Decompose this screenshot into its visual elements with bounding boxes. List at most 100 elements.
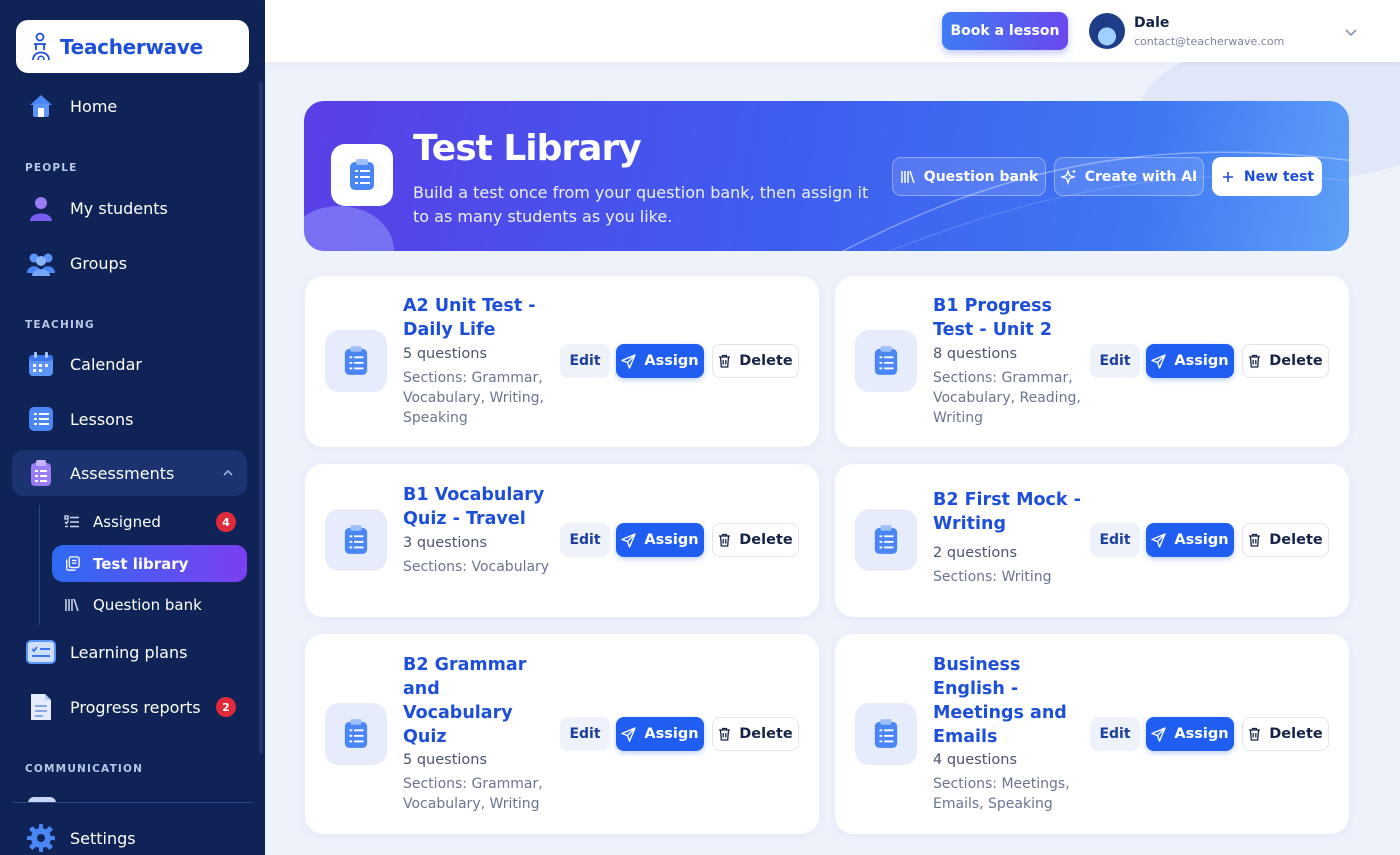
edit-button[interactable]: Edit bbox=[1090, 717, 1140, 751]
avatar[interactable] bbox=[1089, 13, 1125, 49]
test-title[interactable]: B1 Vocabulary Quiz - Travel bbox=[403, 483, 553, 531]
test-question-count: 4 questions bbox=[933, 752, 1018, 768]
assign-label: Assign bbox=[1174, 532, 1229, 548]
brand-mark-icon bbox=[32, 32, 50, 60]
user-name: Dale bbox=[1134, 15, 1170, 31]
edit-button[interactable]: Edit bbox=[1090, 344, 1140, 378]
send-icon bbox=[621, 532, 637, 548]
create-with-ai-button[interactable]: Create with AI bbox=[1054, 157, 1204, 196]
trash-icon bbox=[1248, 354, 1262, 368]
home-icon bbox=[26, 91, 56, 121]
delete-button[interactable]: Delete bbox=[1242, 344, 1329, 378]
sidebar-item-learning-plans[interactable]: Learning plans bbox=[12, 629, 247, 675]
test-sections: Sections: Grammar, Vocabulary, Writing bbox=[403, 776, 543, 812]
delete-label: Delete bbox=[1269, 532, 1323, 548]
assign-button[interactable]: Assign bbox=[616, 344, 704, 378]
delete-button[interactable]: Delete bbox=[1242, 717, 1329, 751]
assign-button[interactable]: Assign bbox=[616, 523, 704, 557]
sidebar-item-label: Progress reports bbox=[70, 697, 201, 717]
sidebar-item-my-students[interactable]: My students bbox=[12, 185, 247, 231]
clipboard-icon bbox=[26, 458, 56, 488]
assign-button[interactable]: Assign bbox=[1146, 717, 1234, 751]
delete-button[interactable]: Delete bbox=[712, 344, 799, 378]
sidebar-item-groups[interactable]: Groups bbox=[12, 240, 247, 286]
test-card[interactable]: B2 First Mock - Writing 2 questions Sect… bbox=[835, 464, 1349, 617]
clipboard-icon bbox=[855, 703, 917, 765]
sidebar-item-calendar[interactable]: Calendar bbox=[12, 341, 247, 387]
calendar-icon bbox=[26, 349, 56, 379]
report-icon bbox=[26, 692, 56, 722]
test-title[interactable]: B2 First Mock - Writing bbox=[933, 488, 1083, 536]
test-card[interactable]: Business English - Meetings and Emails 4… bbox=[835, 634, 1349, 834]
plan-icon bbox=[26, 637, 56, 667]
submenu-guide bbox=[39, 505, 40, 625]
sidebar-item-label: My students bbox=[70, 198, 168, 218]
sparkle-icon bbox=[1060, 168, 1077, 185]
question-bank-button[interactable]: Question bank bbox=[892, 157, 1046, 196]
delete-label: Delete bbox=[739, 353, 793, 369]
brand-logo[interactable]: Teacherwave bbox=[16, 20, 249, 73]
test-card[interactable]: B2 Grammar and Vocabulary Quiz 5 questio… bbox=[305, 634, 819, 834]
section-label-people: PEOPLE bbox=[25, 162, 78, 174]
assign-button[interactable]: Assign bbox=[1146, 523, 1234, 557]
clipboard-icon bbox=[325, 509, 387, 571]
sidebar-item-question-bank[interactable]: Question bank bbox=[52, 586, 247, 623]
new-test-label: New test bbox=[1243, 168, 1315, 185]
library-icon bbox=[900, 169, 916, 185]
test-sections: Sections: Meetings, Emails, Speaking bbox=[933, 776, 1070, 812]
test-question-count: 5 questions bbox=[403, 752, 488, 768]
sidebar-scrollbar[interactable] bbox=[259, 82, 263, 754]
assign-button[interactable]: Assign bbox=[616, 717, 704, 751]
test-title[interactable]: B2 Grammar and Vocabulary Quiz bbox=[403, 653, 553, 749]
delete-button[interactable]: Delete bbox=[712, 523, 799, 557]
trash-icon bbox=[1248, 533, 1262, 547]
edit-button[interactable]: Edit bbox=[560, 523, 610, 557]
new-test-button[interactable]: New test bbox=[1212, 157, 1322, 196]
test-card[interactable]: B1 Vocabulary Quiz - Travel 3 questions … bbox=[305, 464, 819, 617]
test-title[interactable]: B1 Progress Test - Unit 2 bbox=[933, 294, 1083, 342]
section-label-teaching: TEACHING bbox=[25, 319, 95, 331]
page-subtitle: Build a test once from your question ban… bbox=[413, 183, 869, 226]
delete-button[interactable]: Delete bbox=[1242, 523, 1329, 557]
sidebar-item-progress-reports[interactable]: Progress reports bbox=[12, 684, 247, 730]
plus-icon bbox=[1220, 169, 1236, 185]
send-icon bbox=[1151, 353, 1167, 369]
sidebar-item-test-library[interactable]: Test library bbox=[52, 545, 247, 582]
test-library-icon bbox=[331, 144, 393, 206]
test-question-count: 2 questions bbox=[933, 545, 1018, 561]
lessons-icon bbox=[26, 404, 56, 434]
book-lesson-button[interactable]: Book a lesson bbox=[942, 12, 1068, 50]
edit-button[interactable]: Edit bbox=[560, 717, 610, 751]
assign-label: Assign bbox=[1174, 726, 1229, 742]
sidebar: Teacherwave Home PEOPLE My students Grou… bbox=[0, 0, 265, 855]
clipboard-icon bbox=[325, 330, 387, 392]
sidebar-item-settings[interactable]: Settings bbox=[12, 815, 247, 855]
sidebar-item-label: Question bank bbox=[93, 595, 202, 614]
clipboard-icon bbox=[325, 703, 387, 765]
test-card[interactable]: B1 Progress Test - Unit 2 8 questions Se… bbox=[835, 276, 1349, 447]
assign-label: Assign bbox=[644, 353, 699, 369]
test-title[interactable]: A2 Unit Test - Daily Life bbox=[403, 294, 553, 342]
groups-icon bbox=[26, 248, 56, 278]
sidebar-item-assessments[interactable]: Assessments bbox=[12, 450, 247, 496]
test-title[interactable]: Business English - Meetings and Emails bbox=[933, 653, 1083, 749]
edit-button[interactable]: Edit bbox=[1090, 523, 1140, 557]
test-sections: Sections: Writing bbox=[933, 569, 1052, 585]
stack-icon bbox=[64, 555, 80, 572]
library-icon bbox=[64, 597, 80, 613]
delete-button[interactable]: Delete bbox=[712, 717, 799, 751]
trash-icon bbox=[718, 354, 732, 368]
test-card[interactable]: A2 Unit Test - Daily Life 5 questions Se… bbox=[305, 276, 819, 447]
page-header-banner: Test Library Build a test once from your… bbox=[304, 101, 1349, 251]
sidebar-item-home[interactable]: Home bbox=[12, 83, 247, 129]
assign-button[interactable]: Assign bbox=[1146, 344, 1234, 378]
test-question-count: 3 questions bbox=[403, 535, 488, 551]
sidebar-item-lessons[interactable]: Lessons bbox=[12, 396, 247, 442]
question-bank-label: Question bank bbox=[923, 168, 1039, 185]
test-sections: Sections: Vocabulary bbox=[403, 559, 550, 575]
chevron-down-icon[interactable] bbox=[1343, 24, 1359, 40]
edit-button[interactable]: Edit bbox=[560, 344, 610, 378]
page-title: Test Library bbox=[413, 128, 642, 169]
sidebar-item-label: Home bbox=[70, 96, 118, 116]
sidebar-item-label: Settings bbox=[70, 828, 136, 848]
